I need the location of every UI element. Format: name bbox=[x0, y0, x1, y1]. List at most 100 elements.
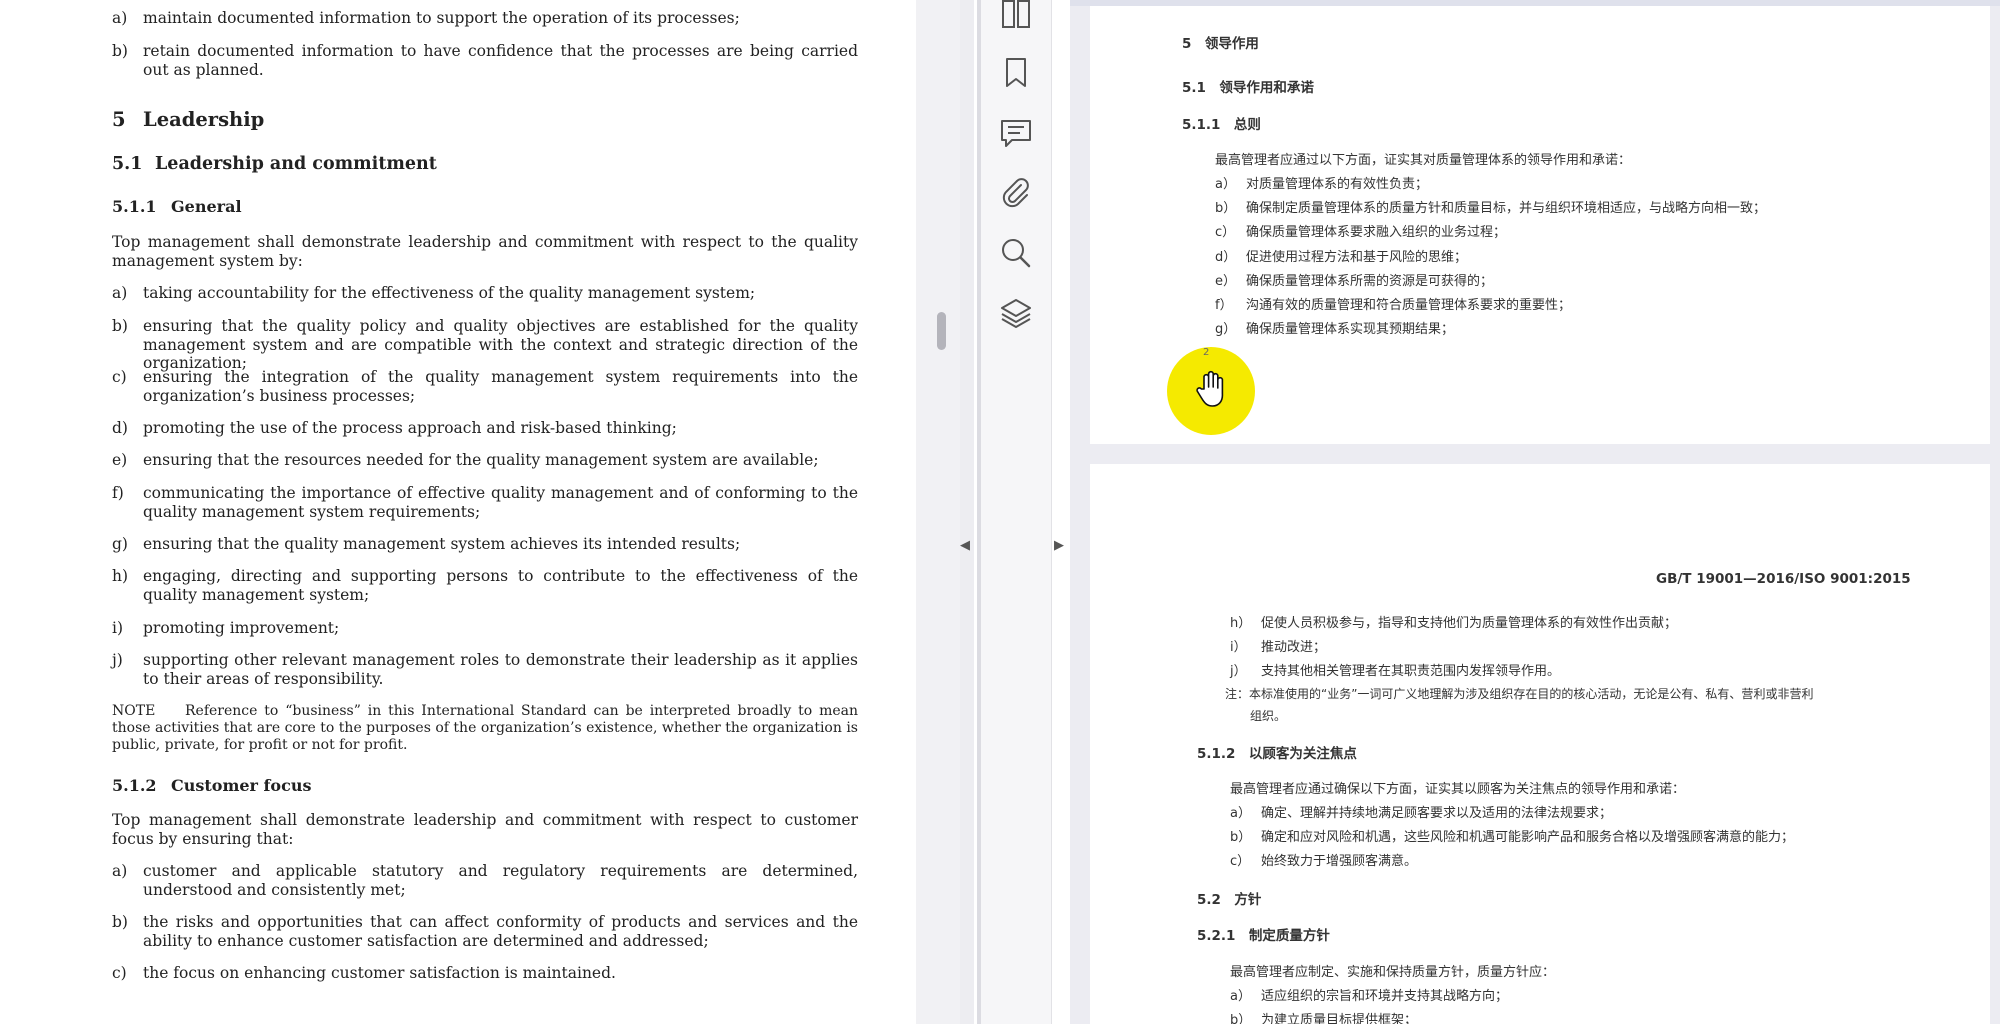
item-label: d) bbox=[112, 419, 128, 437]
cn-list-item: a） 适应组织的宗旨和环境并支持其战略方向； bbox=[1230, 985, 1508, 1004]
cn-list-item: a） 确定、理解并持续地满足顾客要求以及适用的法律法规要求； bbox=[1230, 802, 1612, 821]
cn-heading-5-2-1: 5.2.1 制定质量方针 bbox=[1197, 928, 1330, 944]
cn-list-item: j） 支持其他相关管理者在其职责范围内发挥领导作用。 bbox=[1230, 660, 1560, 679]
item-label: a） bbox=[1215, 177, 1236, 192]
list-item: j) supporting other relevant management r… bbox=[112, 651, 858, 688]
item-text: retain documented information to have co… bbox=[143, 42, 858, 79]
cn-list-item: b） 确定和应对风险和机遇，这些风险和机遇可能影响产品和服务合格以及增强顾客满意的… bbox=[1230, 826, 1794, 845]
item-label: g) bbox=[112, 535, 128, 553]
item-text: supporting other relevant management rol… bbox=[143, 651, 858, 688]
item-label: b） bbox=[1230, 1013, 1252, 1024]
list-item: e) ensuring that the resources needed for… bbox=[112, 451, 858, 470]
layers-icon[interactable] bbox=[995, 292, 1037, 334]
item-text: 为建立质量目标提供框架； bbox=[1261, 1013, 1418, 1024]
item-label: h） bbox=[1230, 616, 1252, 631]
cn-list-item: c） 确保质量管理体系要求融入组织的业务过程； bbox=[1215, 221, 1506, 240]
item-label: a) bbox=[112, 862, 128, 880]
left-scrollbar-track[interactable] bbox=[916, 0, 960, 1024]
heading-5-1: 5.1 Leadership and commitment bbox=[112, 154, 437, 174]
hand-icon bbox=[1196, 370, 1224, 407]
standard-header: GB/T 19001—2016/ISO 9001:2015 bbox=[1656, 571, 1911, 587]
customer-intro: Top management shall demonstrate leaders… bbox=[112, 811, 858, 848]
cn-list-item: a） 对质量管理体系的有效性负责； bbox=[1215, 173, 1428, 192]
list-item: c) the focus on enhancing customer satisf… bbox=[112, 964, 858, 983]
comment-icon[interactable] bbox=[995, 112, 1037, 154]
list-item: a) customer and applicable statutory and … bbox=[112, 862, 858, 899]
item-label: e） bbox=[1215, 274, 1236, 289]
item-label: b） bbox=[1230, 830, 1252, 845]
item-label: a) bbox=[112, 9, 128, 27]
item-label: b) bbox=[112, 42, 128, 60]
cn-intro: 最高管理者应通过以下方面，证实其对质量管理体系的领导作用和承诺： bbox=[1215, 153, 1632, 168]
heading-title: Customer focus bbox=[171, 776, 312, 795]
list-item: c) ensuring the integration of the qualit… bbox=[112, 368, 858, 405]
heading-title: General bbox=[171, 197, 242, 216]
note-text: Reference to “business” in this Internat… bbox=[112, 703, 858, 753]
item-label: h) bbox=[112, 567, 129, 585]
item-text: ensuring that the quality management sys… bbox=[143, 535, 741, 553]
collapse-right-arrow-icon[interactable]: ▶ bbox=[1054, 538, 1064, 553]
cn-heading-5: 5 领导作用 bbox=[1182, 36, 1259, 52]
item-text: 对质量管理体系的有效性负责； bbox=[1246, 177, 1429, 192]
item-text: 始终致力于增强顾客满意。 bbox=[1261, 854, 1418, 869]
heading-5-1-2: 5.1.2 Customer focus bbox=[112, 776, 311, 795]
item-label: b) bbox=[112, 913, 128, 931]
note-label: NOTE bbox=[112, 703, 156, 719]
item-text: maintain documented information to suppo… bbox=[143, 9, 740, 27]
item-text: the risks and opportunities that can aff… bbox=[143, 913, 858, 950]
attachment-icon[interactable] bbox=[995, 172, 1037, 214]
search-icon[interactable] bbox=[995, 232, 1037, 274]
item-text: promoting improvement; bbox=[143, 619, 340, 637]
bookmark-icon[interactable] bbox=[995, 52, 1037, 94]
heading-number: 5.1.2 bbox=[112, 776, 157, 795]
item-label: i） bbox=[1230, 640, 1247, 655]
page-layout-icon[interactable] bbox=[995, 0, 1037, 36]
cn-note-line: 组织。 bbox=[1250, 709, 1287, 723]
list-item: h) engaging, directing and supporting per… bbox=[112, 567, 858, 604]
side-toolbar bbox=[981, 0, 1051, 1024]
cn-heading-5-1-2: 5.1.2 以顾客为关注焦点 bbox=[1197, 746, 1357, 762]
left-scrollbar-thumb[interactable] bbox=[937, 312, 946, 350]
item-label: a) bbox=[112, 284, 128, 302]
cn-list-item: g） 确保质量管理体系实现其预期结果； bbox=[1215, 318, 1454, 337]
item-text: 促进使用过程方法和基于风险的思维； bbox=[1246, 250, 1468, 265]
cn-list-item: b） 确保制定质量管理体系的质量方针和质量目标，并与组织环境相适应，与战略方向相一… bbox=[1215, 197, 1766, 216]
item-label: b） bbox=[1215, 201, 1237, 216]
cn-note-line: 注：本标准使用的“业务”一词可广义地理解为涉及组织存在目的的核心活动，无论是公有… bbox=[1225, 687, 1814, 701]
cn-heading-5-1-1: 5.1.1 总则 bbox=[1182, 117, 1261, 133]
pane-divider[interactable] bbox=[960, 0, 974, 1024]
chinese-document-pane[interactable]: 5 领导作用 5.1 领导作用和承诺 5.1.1 总则 最高管理者应通过以下方面… bbox=[1070, 0, 2000, 1024]
cn-list-item: c） 始终致力于增强顾客满意。 bbox=[1230, 850, 1417, 869]
list-item: b) ensuring that the quality policy and q… bbox=[112, 317, 858, 373]
cn-customer-intro: 最高管理者应通过确保以下方面，证实其以顾客为关注焦点的领导作用和承诺： bbox=[1230, 782, 1686, 797]
english-document-pane[interactable]: a) maintain documented information to su… bbox=[0, 0, 916, 1024]
item-text: communicating the importance of effectiv… bbox=[143, 484, 858, 521]
item-label: i) bbox=[112, 619, 124, 637]
item-text: the focus on enhancing customer satisfac… bbox=[143, 964, 616, 982]
cn-list-item: f） 沟通有效的质量管理和符合质量管理体系要求的重要性； bbox=[1215, 294, 1571, 313]
cn-list-item: i） 推动改进； bbox=[1230, 636, 1326, 655]
item-text: taking accountability for the effectiven… bbox=[143, 284, 756, 302]
item-text: ensuring that the quality policy and qua… bbox=[143, 317, 858, 372]
item-text: 沟通有效的质量管理和符合质量管理体系要求的重要性； bbox=[1246, 298, 1572, 313]
item-text: customer and applicable statutory and re… bbox=[143, 862, 858, 899]
heading-number: 5 bbox=[112, 108, 126, 131]
cn-heading-5-1: 5.1 领导作用和承诺 bbox=[1182, 80, 1314, 96]
item-label: j) bbox=[112, 651, 123, 669]
toolbar-edge bbox=[1051, 0, 1052, 1024]
cn-list-item: h） 促使人员积极参与，指导和支持他们为质量管理体系的有效性作出贡献； bbox=[1230, 612, 1677, 631]
item-label: g） bbox=[1215, 322, 1237, 337]
cn-list-item: e） 确保质量管理体系所需的资源是可获得的； bbox=[1215, 270, 1493, 289]
heading-5: 5 Leadership bbox=[112, 108, 264, 131]
item-text: 支持其他相关管理者在其职责范围内发挥领导作用。 bbox=[1261, 664, 1561, 679]
list-item: g) ensuring that the quality management s… bbox=[112, 535, 858, 554]
heading-title: Leadership and commitment bbox=[155, 154, 437, 174]
list-item: f) communicating the importance of effect… bbox=[112, 484, 858, 521]
collapse-left-arrow-icon[interactable]: ◀ bbox=[960, 538, 970, 553]
item-label: c) bbox=[112, 368, 127, 386]
item-text: 确定、理解并持续地满足顾客要求以及适用的法律法规要求； bbox=[1261, 806, 1613, 821]
list-item: a) maintain documented information to su… bbox=[112, 9, 858, 28]
list-item: b) the risks and opportunities that can a… bbox=[112, 913, 858, 950]
item-label: f) bbox=[112, 484, 124, 502]
cn-list-item: b） 为建立质量目标提供框架； bbox=[1230, 1009, 1417, 1024]
